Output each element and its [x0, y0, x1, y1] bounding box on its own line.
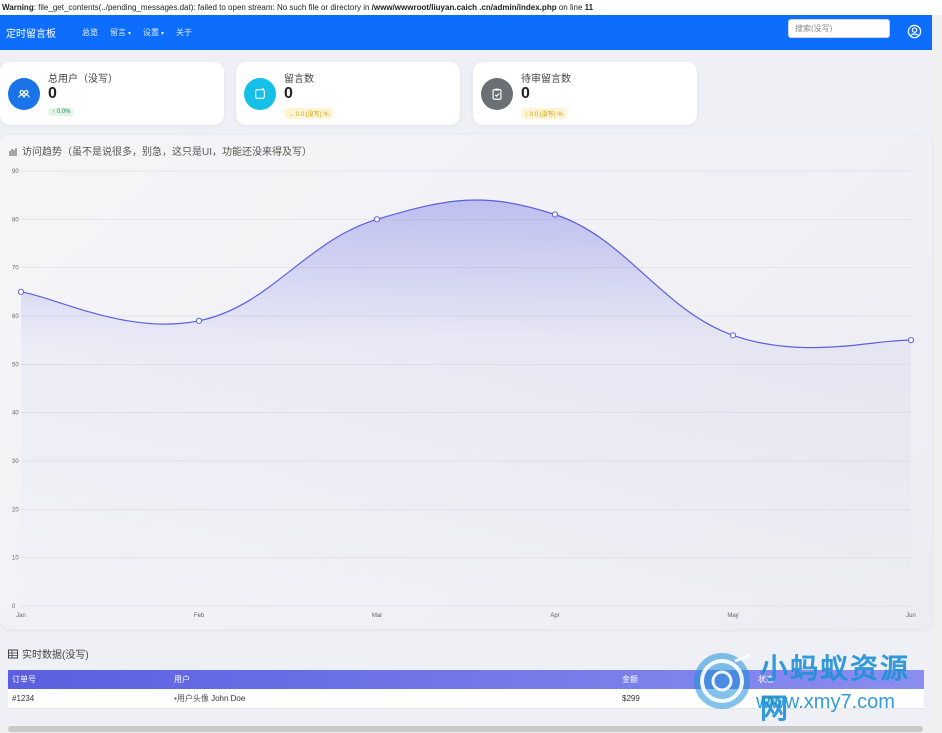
avatar-alt-text: 用户头像: [176, 693, 209, 703]
watermark-cn-text: 小蚂蚁资源网: [760, 653, 911, 724]
warning-on-line: on line: [556, 3, 585, 12]
y-tick-label: 20: [12, 507, 19, 513]
table-icon: [8, 649, 18, 658]
stat-change-badge: ↑ 0.0%: [48, 108, 75, 116]
user-cell: ▪用户头像 John Doe: [170, 689, 618, 709]
x-tick-label: Jan: [16, 613, 26, 619]
stat-title: 待审留言数: [521, 74, 571, 85]
y-tick-label: 80: [12, 217, 19, 223]
nav-link-messages-label: 留言: [110, 28, 126, 37]
users-icon: [8, 78, 40, 110]
chart-title: 访问趋势（虽不是说很多，别急，这只是UI，功能还没来得及写）: [8, 143, 312, 158]
nav-link-about[interactable]: 关于: [176, 27, 192, 38]
user-circle-icon[interactable]: [907, 24, 922, 39]
bar-chart-icon: [9, 147, 17, 155]
nav-link-overview[interactable]: 总览: [82, 27, 98, 38]
table-title: 实时数据(没写): [8, 646, 89, 661]
x-tick-label: May: [727, 613, 738, 619]
column-header-order[interactable]: 订单号: [8, 670, 170, 689]
data-point: [373, 216, 381, 223]
warning-label: Warning: [2, 3, 34, 12]
data-point: [195, 317, 203, 324]
chevron-down-icon: ▾: [128, 31, 132, 37]
area-fill: [21, 199, 911, 606]
table-title-text: 实时数据(没写): [22, 650, 89, 661]
avatar: ▪用户头像: [174, 693, 209, 703]
nav-link-settings-label: 设置: [143, 28, 160, 37]
nav-link-messages[interactable]: 留言 ▾: [110, 27, 131, 38]
top-navbar: 定时留言板 总览 留言 ▾ 设置 ▾ 关于 搜索(没写): [0, 15, 932, 50]
chevron-down-icon: ▾: [161, 31, 165, 37]
y-tick-label: 90: [12, 169, 19, 175]
stat-card-users: 总用户（没写） 0 ↑ 0.0%: [0, 62, 224, 125]
x-tick-label: Mar: [372, 613, 382, 619]
clipboard-check-icon: [481, 78, 513, 110]
x-tick-label: Feb: [194, 613, 205, 619]
chart-title-text: 访问趋势（虽不是说很多，别急，这只是UI，功能还没来得及写）: [22, 147, 312, 158]
visit-trend-chart: 0 10 20 30 40 50 60 70 80 90 Jan Feb Mar Apr May Jun: [12, 169, 916, 619]
y-tick-label: 0: [12, 604, 16, 610]
y-tick-label: 10: [12, 556, 19, 562]
order-id-cell: #1234: [8, 689, 170, 709]
stat-change-badge: ↓ 0.0 (没写) %: [521, 108, 567, 119]
y-tick-label: 70: [12, 266, 19, 272]
y-tick-label: 30: [12, 459, 19, 465]
y-tick-label: 60: [12, 314, 19, 320]
stat-change-badge: → 0.0 (没写) %: [284, 108, 333, 119]
php-warning-banner: Warning: file_get_contents(../pending_me…: [0, 0, 942, 15]
x-tick-label: Jun: [906, 613, 916, 619]
watermark-logo-icon: [694, 653, 751, 709]
brand-title[interactable]: 定时留言板: [6, 25, 56, 40]
nav-link-settings[interactable]: 设置 ▾: [143, 27, 164, 38]
data-point: [551, 211, 559, 218]
watermark-url-text: www.xmy7.com: [756, 691, 895, 713]
y-tick-label: 40: [12, 411, 19, 417]
message-refresh-icon: [244, 78, 276, 110]
warning-line-number: 11: [584, 3, 594, 12]
warning-message: : file_get_contents(../pending_messages.…: [33, 3, 372, 12]
stat-card-pending: 待审留言数 0 ↓ 0.0 (没写) %: [473, 62, 697, 125]
data-point: [729, 332, 737, 339]
nav-link-about-label: 关于: [176, 28, 193, 37]
stat-title: 留言数: [284, 74, 314, 85]
y-tick-label: 50: [12, 362, 19, 368]
x-tick-label: Apr: [550, 613, 559, 619]
nav-link-overview-label: 总览: [82, 28, 98, 37]
search-input[interactable]: 搜索(没写): [788, 19, 890, 38]
vertical-scrollbar[interactable]: [932, 15, 942, 725]
stat-value: 0: [521, 85, 530, 102]
warning-path: /www/wwwroot/liuyan.caich .cn/admin/inde…: [371, 3, 557, 12]
data-point: [17, 288, 25, 295]
stat-title: 总用户（没写）: [48, 74, 118, 85]
column-header-user[interactable]: 用户: [170, 670, 618, 689]
stat-card-messages: 留言数 0 → 0.0 (没写) %: [236, 62, 460, 125]
stat-value: 0: [48, 85, 57, 102]
nav-links: 总览 留言 ▾ 设置 ▾ 关于: [82, 27, 192, 38]
stat-value: 0: [284, 85, 293, 102]
user-name: John Doe: [211, 693, 246, 703]
visit-trend-card: 0 10 20 30 40 50 60 70 80 90 Jan Feb Mar Apr May Jun 访问…: [0, 135, 932, 629]
data-point: [907, 337, 915, 344]
site-watermark: 小蚂蚁资源网 www.xmy7.com: [690, 645, 935, 724]
